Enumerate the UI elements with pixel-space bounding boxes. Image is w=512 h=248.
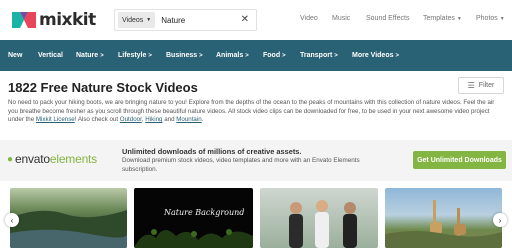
thumbnail-image	[289, 200, 357, 248]
chevron-right-icon: >	[199, 53, 203, 59]
outdoor-link[interactable]: Outdoor	[120, 116, 142, 123]
category-new[interactable]: New	[8, 52, 22, 59]
category-vertical[interactable]: Vertical	[38, 52, 63, 59]
video-thumbnail[interactable]	[10, 188, 127, 248]
chevron-right-icon: >	[334, 53, 338, 59]
video-thumbnail[interactable]: Nature Background	[134, 188, 253, 248]
page-description: No need to pack your hiking boots, we ar…	[8, 99, 504, 125]
filter-button[interactable]: ☰ Filter	[458, 77, 504, 94]
category-business[interactable]: Business >	[166, 52, 203, 59]
caret-down-icon: ▼	[456, 16, 462, 22]
envato-logo-part1: envato	[15, 152, 50, 166]
chevron-right-icon: >	[282, 53, 286, 59]
site-header: mixkit Videos ▼ ✕ Video Music Sound Effe…	[0, 0, 512, 40]
category-label: Lifestyle	[118, 52, 147, 59]
envato-logo-text: envatoelements	[15, 152, 97, 166]
filter-label: Filter	[478, 82, 495, 89]
nav-sound-effects[interactable]: Sound Effects	[366, 15, 409, 22]
nav-templates-label: Templates	[423, 15, 455, 22]
category-nav: New Vertical Nature > Lifestyle > Business…	[0, 40, 512, 71]
category-label: Business	[166, 52, 198, 59]
banner-subtext: Download premium stock videos, video tem…	[122, 157, 360, 173]
mixkit-license-link[interactable]: Mixkit License	[36, 116, 75, 123]
chevron-right-icon: >	[245, 53, 249, 59]
description-text: and	[162, 116, 177, 124]
category-label: New	[8, 52, 23, 59]
search-bar: Videos ▼ ✕	[114, 9, 257, 31]
chevron-right-icon: >	[148, 53, 152, 59]
nav-templates[interactable]: Templates ▼	[423, 15, 462, 22]
category-label: Animals	[216, 52, 244, 59]
close-icon[interactable]: ✕	[241, 14, 249, 26]
category-label: More Videos	[352, 52, 394, 59]
search-input[interactable]	[161, 15, 242, 25]
category-transport[interactable]: Transport >	[300, 52, 338, 59]
nav-music[interactable]: Music	[332, 15, 350, 22]
envato-logo-part2: elements	[49, 152, 97, 166]
nav-photos[interactable]: Photos ▼	[476, 15, 505, 22]
category-nature[interactable]: Nature >	[76, 52, 104, 59]
chevron-right-icon: >	[395, 53, 400, 59]
category-label: Vertical	[38, 52, 63, 59]
category-more-videos[interactable]: More Videos >	[352, 52, 399, 59]
mixkit-logo-icon	[12, 12, 36, 28]
caret-down-icon: ▼	[499, 16, 505, 22]
category-label: Nature	[76, 52, 99, 59]
search-category-label: Videos	[122, 16, 144, 24]
mixkit-logo[interactable]: mixkit	[12, 9, 96, 31]
envato-elements-logo[interactable]: ● envatoelements	[7, 152, 97, 166]
category-label: Food	[263, 52, 281, 59]
mountain-link[interactable]: Mountain	[176, 116, 201, 123]
category-lifestyle[interactable]: Lifestyle >	[118, 52, 152, 59]
get-unlimited-downloads-button[interactable]: Get Unlimited Downloads	[413, 151, 506, 169]
chevron-right-icon: >	[100, 53, 104, 59]
thumbnail-image	[134, 229, 253, 248]
logo-text: mixkit	[39, 10, 96, 30]
video-thumbnail[interactable]	[385, 188, 502, 248]
chevron-right-icon: ›	[498, 215, 502, 225]
thumbnail-image	[10, 210, 127, 248]
chevron-left-icon: ‹	[10, 215, 14, 225]
filter-icon: ☰	[467, 81, 475, 90]
nav-video[interactable]: Video	[300, 15, 318, 22]
hiking-link[interactable]: Hiking	[145, 116, 162, 123]
video-thumbnails: Nature Background ‹ ›	[0, 188, 512, 248]
envato-leaf-icon: ●	[7, 153, 14, 165]
scroll-left-button[interactable]: ‹	[5, 213, 19, 227]
banner-heading: Unlimited downloads of millions of creat…	[122, 147, 302, 156]
category-label: Transport	[300, 52, 333, 59]
video-thumbnail[interactable]	[260, 188, 378, 248]
category-animals[interactable]: Animals >	[216, 52, 249, 59]
description-text: ! Also check out	[74, 116, 120, 124]
search-category-select[interactable]: Videos ▼	[118, 12, 156, 28]
category-food[interactable]: Food >	[263, 52, 286, 59]
caret-down-icon: ▼	[146, 17, 152, 23]
scroll-right-button[interactable]: ›	[493, 213, 507, 227]
page-title: 1822 Free Nature Stock Videos	[8, 80, 198, 95]
thumbnail-image	[385, 200, 502, 248]
thumbnail-overlay-text: Nature Background	[164, 208, 245, 217]
nav-photos-label: Photos	[476, 15, 498, 22]
description-text: .	[201, 116, 204, 124]
